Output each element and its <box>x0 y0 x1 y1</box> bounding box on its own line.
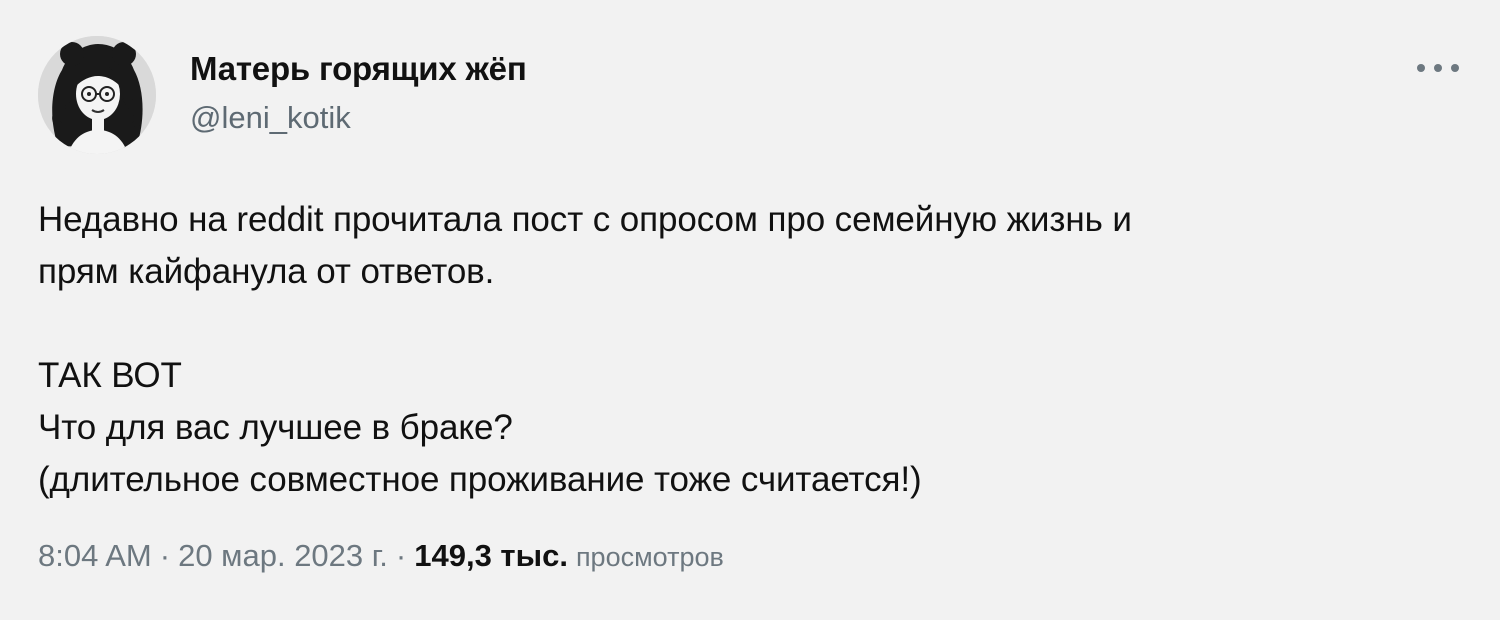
avatar-illustration-icon <box>38 36 156 154</box>
author-display-name[interactable]: Матерь горящих жёп <box>190 50 527 88</box>
more-options-button[interactable] <box>1410 50 1466 86</box>
tweet-metadata: 8:04 AM · 20 мар. 2023 г. · 149,3 тыс. п… <box>38 538 724 574</box>
tweet-date[interactable]: 20 мар. 2023 г. <box>178 538 388 574</box>
more-options-icon <box>1417 64 1459 72</box>
author-handle[interactable]: @leni_kotik <box>190 100 351 136</box>
author-avatar[interactable] <box>38 36 156 154</box>
tweet-card: Матерь горящих жёп @leni_kotik Недавно н… <box>0 0 1500 620</box>
meta-separator: · <box>159 538 171 573</box>
tweet-text: Недавно на reddit прочитала пост с опрос… <box>38 200 1132 499</box>
tweet-time[interactable]: 8:04 AM <box>38 538 152 574</box>
meta-separator: · <box>395 538 407 573</box>
views-label[interactable]: просмотров <box>576 542 724 573</box>
views-count[interactable]: 149,3 тыс. <box>414 538 568 574</box>
